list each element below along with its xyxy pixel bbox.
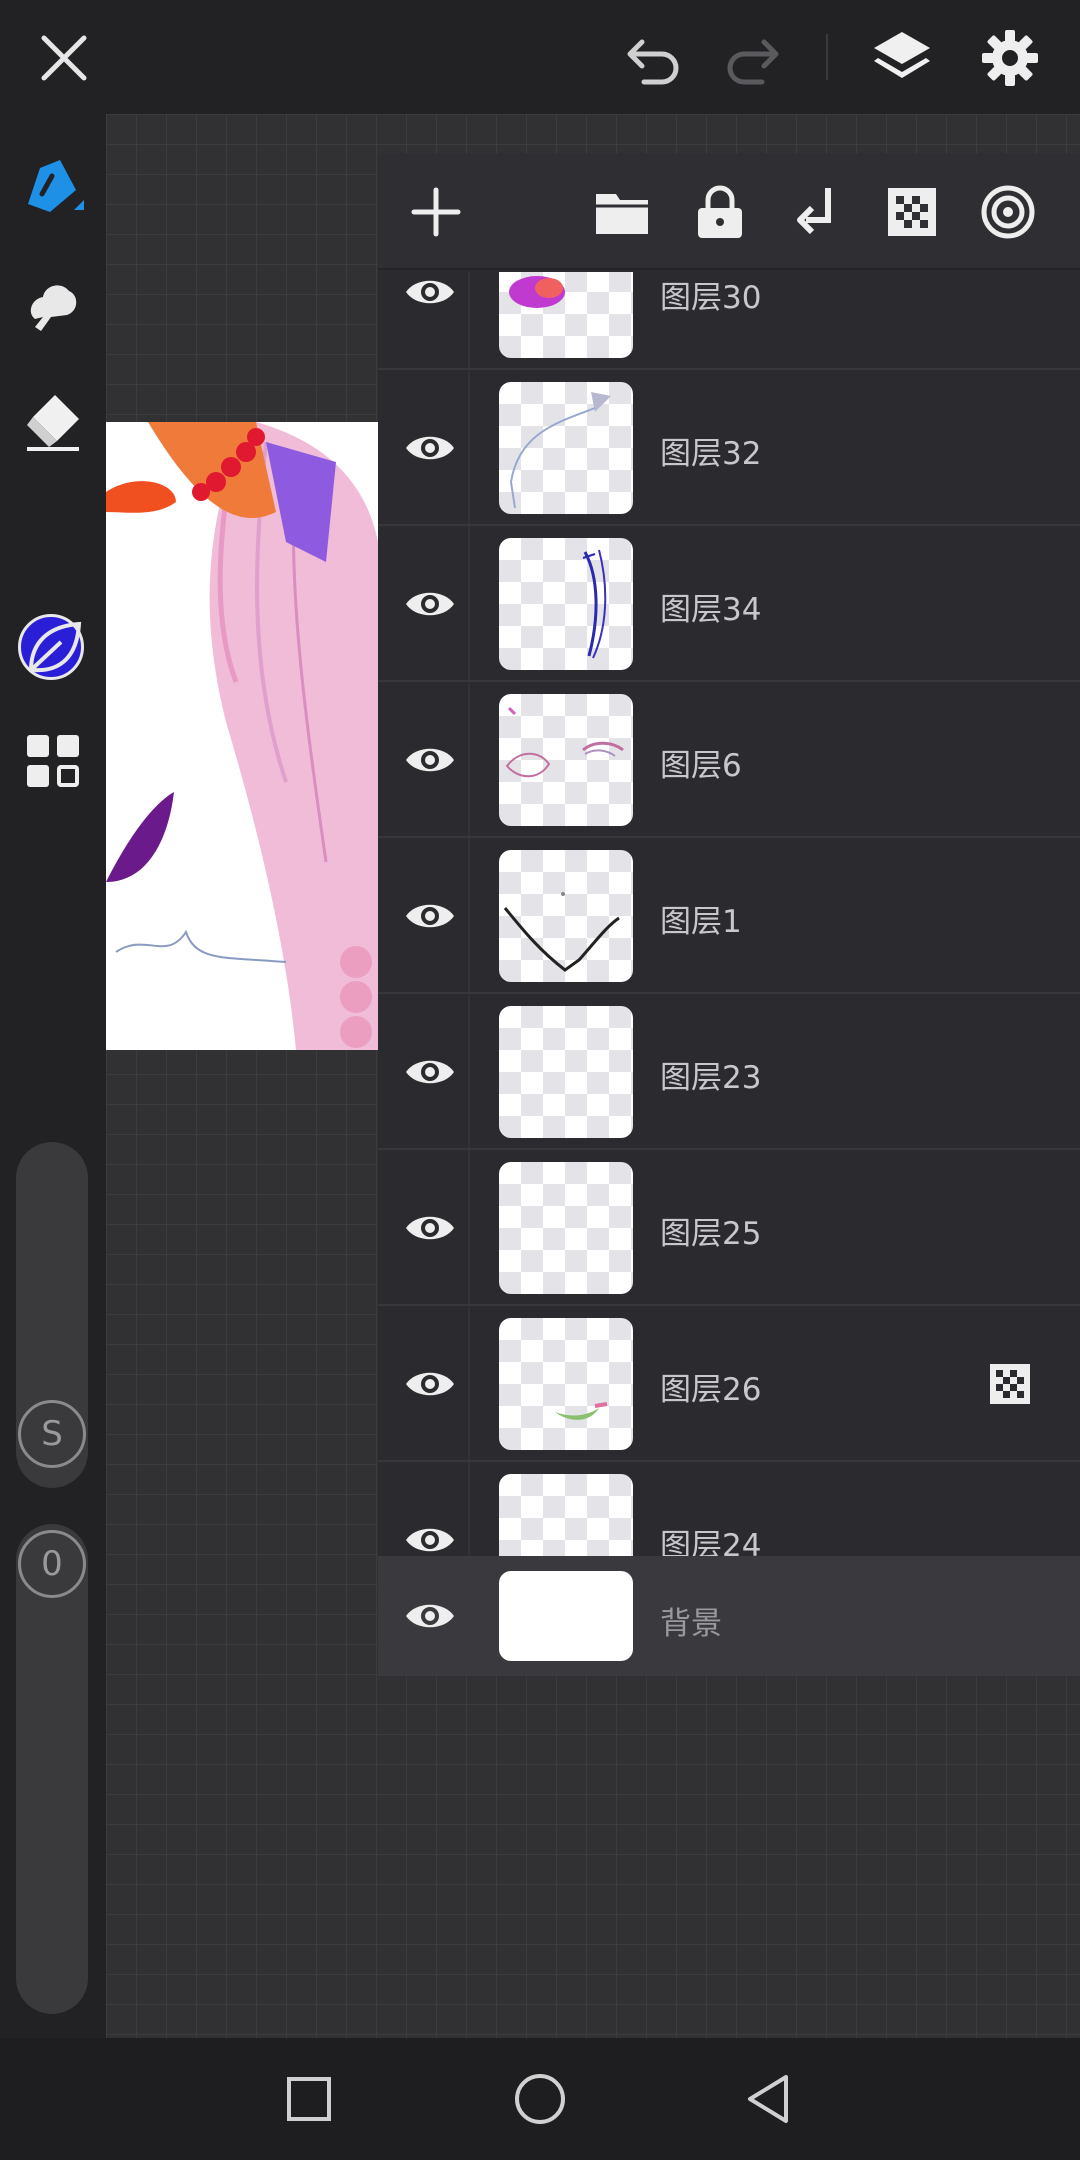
opacity-label: 0 [41, 1544, 63, 1584]
eye-divider [468, 838, 470, 992]
layer-name: 图层23 [660, 1060, 762, 1096]
layer-name: 图层1 [660, 904, 742, 940]
back-triangle-icon[interactable] [734, 2064, 804, 2134]
eye-icon[interactable] [396, 1582, 464, 1650]
eye-divider [468, 1150, 470, 1304]
eye-icon[interactable] [396, 726, 464, 794]
layer-name: 图层30 [660, 280, 762, 316]
layer-row[interactable]: 图层34 [378, 526, 1080, 682]
redo-icon[interactable] [716, 22, 788, 94]
opacity-slider[interactable]: 0 [16, 1524, 88, 2014]
layer-thumbnail [499, 850, 633, 982]
pencil-icon[interactable] [14, 148, 92, 226]
layers-icon[interactable] [866, 22, 938, 94]
layer-thumbnail [499, 1162, 633, 1294]
eye-icon[interactable] [396, 1194, 464, 1262]
eye-divider [468, 526, 470, 680]
eye-divider [468, 682, 470, 836]
eye-divider [468, 1306, 470, 1460]
folder-icon[interactable] [588, 178, 656, 246]
merge-down-icon[interactable] [782, 178, 850, 246]
layer-thumbnail [499, 1006, 633, 1138]
alpha-lock-icon[interactable] [988, 1362, 1032, 1406]
eye-divider [468, 370, 470, 524]
eraser-icon[interactable] [14, 382, 92, 460]
leaf-icon[interactable] [14, 609, 92, 687]
brush-size-slider[interactable]: S [16, 1142, 88, 1488]
clipping-icon[interactable] [974, 178, 1042, 246]
layers-panel: 图层30 图层32 图层34 图层6 图层1 图层23 图层25 图层26 图层… [378, 154, 1080, 1676]
layer-list[interactable]: 图层30 图层32 图层34 图层6 图层1 图层23 图层25 图层26 图层… [378, 272, 1080, 1707]
layer-row[interactable]: 图层23 [378, 994, 1080, 1150]
settings-icon[interactable] [974, 22, 1046, 94]
background-layer-row[interactable]: 背景 [378, 1556, 1080, 1676]
layer-row[interactable]: 图层32 [378, 370, 1080, 526]
layer-row[interactable]: 图层6 [378, 682, 1080, 838]
layer-thumbnail [499, 272, 633, 358]
layer-name: 图层32 [660, 436, 762, 472]
layer-row[interactable]: 图层25 [378, 1150, 1080, 1306]
undo-icon[interactable] [618, 22, 690, 94]
layer-name: 图层34 [660, 592, 762, 628]
top-bar [0, 0, 1080, 114]
close-icon[interactable] [28, 22, 100, 94]
grid-icon[interactable] [14, 722, 92, 800]
layer-row[interactable]: 图层1 [378, 838, 1080, 994]
brush-size-knob[interactable]: S [18, 1400, 86, 1468]
layer-name: 图层25 [660, 1216, 762, 1252]
lock-icon[interactable] [686, 178, 754, 246]
eye-divider [468, 994, 470, 1148]
layers-panel-header [378, 154, 1080, 270]
background-thumbnail [499, 1571, 633, 1661]
eye-icon[interactable] [396, 1350, 464, 1418]
background-layer-name: 背景 [660, 1606, 722, 1642]
left-toolbar: S 0 [0, 114, 106, 2038]
smudge-icon[interactable] [14, 266, 92, 344]
opacity-knob[interactable]: 0 [18, 1530, 86, 1598]
toolbar-divider [826, 34, 828, 80]
circle-icon[interactable] [505, 2064, 575, 2134]
eye-icon[interactable] [396, 570, 464, 638]
system-nav-bar [0, 2038, 1080, 2160]
layer-thumbnail [499, 382, 633, 514]
layer-name: 图层6 [660, 748, 742, 784]
eye-icon[interactable] [396, 272, 464, 326]
transparency-icon[interactable] [878, 178, 946, 246]
layer-thumbnail [499, 1318, 633, 1450]
artwork-preview[interactable] [106, 422, 378, 1050]
eye-icon[interactable] [396, 1038, 464, 1106]
eye-divider [468, 272, 470, 368]
app-screen: { "app": { "top_icons": ["close-icon", "… [0, 0, 1080, 2160]
layer-row[interactable]: 图层26 [378, 1306, 1080, 1462]
layer-thumbnail [499, 538, 633, 670]
layer-row[interactable]: 图层30 [378, 272, 1080, 370]
layer-thumbnail [499, 694, 633, 826]
square-icon[interactable] [274, 2064, 344, 2134]
layer-name: 图层26 [660, 1372, 762, 1408]
eye-icon[interactable] [396, 882, 464, 950]
eye-icon[interactable] [396, 414, 464, 482]
brush-size-label: S [41, 1414, 63, 1454]
add-icon[interactable] [402, 178, 470, 246]
